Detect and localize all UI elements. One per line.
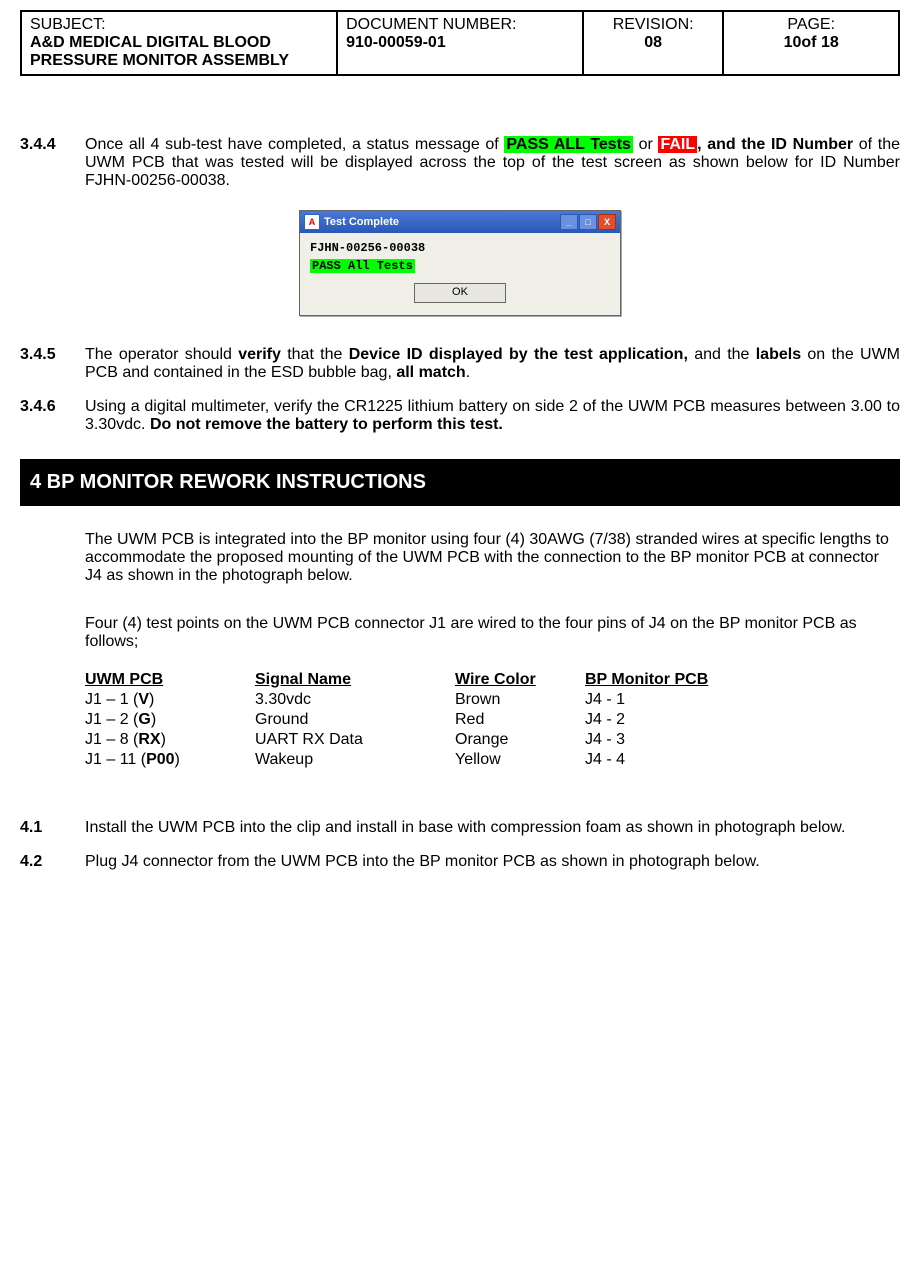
app-icon: A xyxy=(304,214,320,230)
maximize-button[interactable]: □ xyxy=(579,214,597,230)
table-cell: J1 – 2 (G) xyxy=(85,711,255,729)
step-3-4-4: 3.4.4 Once all 4 sub-test have completed… xyxy=(20,136,900,190)
text: or xyxy=(633,136,659,153)
text: . xyxy=(466,364,470,381)
document-header-table: SUBJECT: A&D MEDICAL DIGITAL BLOOD PRESS… xyxy=(20,10,900,76)
header-docnum-cell: DOCUMENT NUMBER: 910-00059-01 xyxy=(337,11,583,75)
text: Once all 4 sub-test have completed, a st… xyxy=(85,136,504,153)
rev-label: REVISION: xyxy=(592,16,714,34)
table-cell: Yellow xyxy=(455,751,585,769)
device-id-text: Device ID displayed by the test applicat… xyxy=(349,346,688,363)
table-cell: Wakeup xyxy=(255,751,455,769)
rev-value: 08 xyxy=(592,34,714,52)
col-bp-monitor-pcb: BP Monitor PCB xyxy=(585,671,900,689)
step-4-2: 4.2 Plug J4 connector from the UWM PCB i… xyxy=(20,853,900,871)
table-cell: J4 - 3 xyxy=(585,731,900,749)
step-number: 3.4.5 xyxy=(20,346,85,382)
subject-label: SUBJECT: xyxy=(30,16,328,34)
text: and the xyxy=(688,346,756,363)
fail-badge: FAIL xyxy=(658,136,697,153)
window-buttons: _ □ X xyxy=(560,214,616,230)
table-cell: J1 – 8 (RX) xyxy=(85,731,255,749)
table-cell: Red xyxy=(455,711,585,729)
verify-text: verify xyxy=(238,346,281,363)
step-3-4-6: 3.4.6 Using a digital multimeter, verify… xyxy=(20,398,900,434)
table-cell: J1 – 11 (P00) xyxy=(85,751,255,769)
step-number: 3.4.6 xyxy=(20,398,85,434)
table-cell: J4 - 1 xyxy=(585,691,900,709)
ok-button[interactable]: OK xyxy=(414,283,506,303)
dialog-title: Test Complete xyxy=(324,216,560,228)
pass-badge: PASS ALL Tests xyxy=(504,136,633,153)
table-cell: J1 – 1 (V) xyxy=(85,691,255,709)
pass-status-text: PASS All Tests xyxy=(310,259,415,273)
header-subject-cell: SUBJECT: A&D MEDICAL DIGITAL BLOOD PRESS… xyxy=(21,11,337,75)
warning-text: Do not remove the battery to perform thi… xyxy=(150,416,503,433)
dialog-body: FJHN-00256-00038 PASS All Tests OK xyxy=(300,233,620,315)
table-cell: 3.30vdc xyxy=(255,691,455,709)
step-number: 4.1 xyxy=(20,819,85,837)
step-4-1: 4.1 Install the UWM PCB into the clip an… xyxy=(20,819,900,837)
table-cell: UART RX Data xyxy=(255,731,455,749)
header-rev-cell: REVISION: 08 xyxy=(583,11,723,75)
page-value: 10of 18 xyxy=(732,34,890,52)
section-4-p2: Four (4) test points on the UWM PCB conn… xyxy=(85,615,900,651)
all-match-text: all match xyxy=(396,364,465,381)
section-4-p1: The UWM PCB is integrated into the BP mo… xyxy=(85,531,900,585)
col-uwm-pcb: UWM PCB xyxy=(85,671,255,689)
step-body: Plug J4 connector from the UWM PCB into … xyxy=(85,853,900,871)
step-number: 3.4.4 xyxy=(20,136,85,190)
table-cell: J4 - 2 xyxy=(585,711,900,729)
step-number: 4.2 xyxy=(20,853,85,871)
table-cell: Brown xyxy=(455,691,585,709)
step-body: The operator should verify that the Devi… xyxy=(85,346,900,382)
section-4-heading: 4 BP MONITOR REWORK INSTRUCTIONS xyxy=(20,459,900,506)
col-signal-name: Signal Name xyxy=(255,671,455,689)
col-wire-color: Wire Color xyxy=(455,671,585,689)
pin-table: UWM PCB Signal Name Wire Color BP Monito… xyxy=(85,671,900,769)
labels-text: labels xyxy=(756,346,801,363)
step-3-4-5: 3.4.5 The operator should verify that th… xyxy=(20,346,900,382)
text: The operator should xyxy=(85,346,238,363)
text: , and the xyxy=(697,136,771,153)
test-complete-dialog: A Test Complete _ □ X FJHN-00256-00038 P… xyxy=(299,210,621,316)
minimize-button[interactable]: _ xyxy=(560,214,578,230)
table-cell: Ground xyxy=(255,711,455,729)
text: that the xyxy=(281,346,349,363)
docnum-value: 910-00059-01 xyxy=(346,34,574,52)
step-body: Using a digital multimeter, verify the C… xyxy=(85,398,900,434)
docnum-label: DOCUMENT NUMBER: xyxy=(346,16,574,34)
subject-value: A&D MEDICAL DIGITAL BLOOD PRESSURE MONIT… xyxy=(30,34,328,70)
table-cell: J4 - 4 xyxy=(585,751,900,769)
header-page-cell: PAGE: 10of 18 xyxy=(723,11,899,75)
step-body: Once all 4 sub-test have completed, a st… xyxy=(85,136,900,190)
dialog-titlebar: A Test Complete _ □ X xyxy=(300,211,620,233)
page-label: PAGE: xyxy=(732,16,890,34)
step-body: Install the UWM PCB into the clip and in… xyxy=(85,819,900,837)
id-number-label: ID Number xyxy=(771,136,853,153)
close-button[interactable]: X xyxy=(598,214,616,230)
device-id-text: FJHN-00256-00038 xyxy=(310,241,610,255)
table-cell: Orange xyxy=(455,731,585,749)
